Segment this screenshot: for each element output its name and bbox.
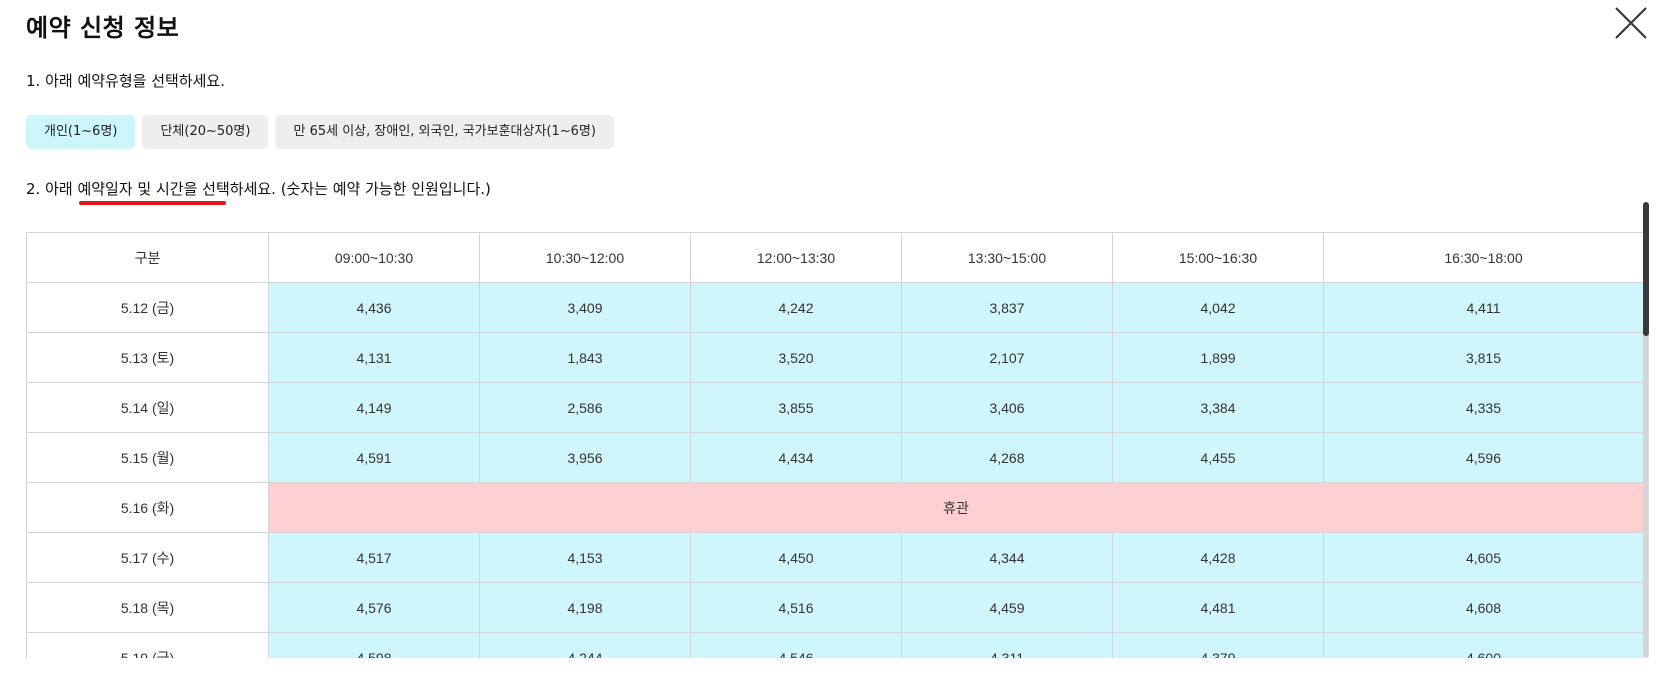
row-date: 5.13 (토) (26, 332, 269, 383)
slot-cell[interactable]: 1,843 (479, 332, 691, 383)
slot-cell[interactable]: 4,434 (690, 432, 902, 483)
slot-cell[interactable]: 1,899 (1112, 332, 1324, 383)
slot-cell[interactable]: 4,335 (1323, 382, 1643, 433)
slot-cell[interactable]: 4,131 (268, 332, 480, 383)
close-button[interactable] (1614, 6, 1648, 40)
page-title: 예약 신청 정보 (26, 14, 180, 42)
slot-cell[interactable]: 2,107 (901, 332, 1113, 383)
slot-cell[interactable]: 4,428 (1112, 532, 1324, 583)
slot-cell[interactable]: 3,956 (479, 432, 691, 483)
row-date: 5.19 (금) (26, 632, 269, 658)
table-row: 5.12 (금) 4,436 3,409 4,242 3,837 4,042 4… (26, 282, 1643, 333)
table-row: 5.16 (화) 휴관 (26, 482, 1643, 533)
slot-cell[interactable]: 3,815 (1323, 332, 1643, 383)
row-date: 5.15 (월) (26, 432, 269, 483)
slot-cell[interactable]: 4,455 (1112, 432, 1324, 483)
slot-cell[interactable]: 4,198 (479, 582, 691, 633)
slot-cell[interactable]: 4,459 (901, 582, 1113, 633)
slot-cell[interactable]: 3,837 (901, 282, 1113, 333)
table-header-row: 구분 09:00~10:30 10:30~12:00 12:00~13:30 1… (26, 232, 1643, 283)
slot-cell[interactable]: 4,311 (901, 632, 1113, 658)
closed-cell: 휴관 (268, 482, 1643, 533)
header-time-slot: 15:00~16:30 (1112, 232, 1324, 283)
slot-cell[interactable]: 4,546 (690, 632, 902, 658)
row-date: 5.17 (수) (26, 532, 269, 583)
header-time-slot: 13:30~15:00 (901, 232, 1113, 283)
table-row: 5.18 (목) 4,576 4,198 4,516 4,459 4,481 4… (26, 582, 1643, 633)
type-button-priority[interactable]: 만 65세 이상, 장애인, 외국인, 국가보훈대상자(1~6명) (275, 115, 614, 149)
scrollbar-thumb[interactable] (1643, 202, 1649, 336)
slot-cell[interactable]: 4,042 (1112, 282, 1324, 333)
slot-cell[interactable]: 4,244 (479, 632, 691, 658)
row-date: 5.14 (일) (26, 382, 269, 433)
table-row: 5.17 (수) 4,517 4,153 4,450 4,344 4,428 4… (26, 532, 1643, 583)
slot-cell[interactable]: 4,344 (901, 532, 1113, 583)
slot-cell[interactable]: 4,450 (690, 532, 902, 583)
step2-prefix: 2. 아래 (26, 180, 78, 198)
slot-cell[interactable]: 4,516 (690, 582, 902, 633)
slot-cell[interactable]: 4,149 (268, 382, 480, 433)
header-time-slot: 09:00~10:30 (268, 232, 480, 283)
reservation-dialog: 예약 신청 정보 1. 아래 예약유형을 선택하세요. 개인(1~6명) 단체(… (0, 0, 1671, 681)
schedule-table-container: 구분 09:00~10:30 10:30~12:00 12:00~13:30 1… (26, 232, 1643, 658)
schedule-table: 구분 09:00~10:30 10:30~12:00 12:00~13:30 1… (26, 232, 1643, 658)
table-scrollbar[interactable] (1643, 202, 1649, 658)
slot-cell[interactable]: 3,520 (690, 332, 902, 383)
slot-cell[interactable]: 4,605 (1323, 532, 1643, 583)
header-category: 구분 (26, 232, 269, 283)
type-button-individual[interactable]: 개인(1~6명) (26, 115, 136, 149)
reservation-type-group: 개인(1~6명) 단체(20~50명) 만 65세 이상, 장애인, 외국인, … (26, 115, 614, 149)
table-row: 5.15 (월) 4,591 3,956 4,434 4,268 4,455 4… (26, 432, 1643, 483)
row-date: 5.12 (금) (26, 282, 269, 333)
slot-cell[interactable]: 4,576 (268, 582, 480, 633)
row-date: 5.18 (목) (26, 582, 269, 633)
step1-instruction: 1. 아래 예약유형을 선택하세요. (26, 72, 225, 90)
step2-emphasis: 예약일자 및 시간을 선택 (77, 180, 230, 205)
slot-cell[interactable]: 4,268 (901, 432, 1113, 483)
row-date: 5.16 (화) (26, 482, 269, 533)
table-row: 5.13 (토) 4,131 1,843 3,520 2,107 1,899 3… (26, 332, 1643, 383)
step2-instruction: 2. 아래 예약일자 및 시간을 선택하세요. (숫자는 예약 가능한 인원입니… (26, 178, 491, 205)
slot-cell[interactable]: 4,596 (1323, 432, 1643, 483)
slot-cell[interactable]: 4,242 (690, 282, 902, 333)
slot-cell[interactable]: 3,855 (690, 382, 902, 433)
close-icon (1615, 7, 1647, 39)
slot-cell[interactable]: 4,600 (1323, 632, 1643, 658)
slot-cell[interactable]: 4,379 (1112, 632, 1324, 658)
slot-cell[interactable]: 4,608 (1323, 582, 1643, 633)
slot-cell[interactable]: 4,436 (268, 282, 480, 333)
slot-cell[interactable]: 4,481 (1112, 582, 1324, 633)
header-time-slot: 12:00~13:30 (690, 232, 902, 283)
table-row: 5.19 (금) 4,598 4,244 4,546 4,311 4,379 4… (26, 632, 1643, 658)
step2-suffix: 하세요. (숫자는 예약 가능한 인원입니다.) (229, 180, 491, 198)
slot-cell[interactable]: 4,591 (268, 432, 480, 483)
type-button-group[interactable]: 단체(20~50명) (142, 115, 269, 149)
slot-cell[interactable]: 3,409 (479, 282, 691, 333)
table-row: 5.14 (일) 4,149 2,586 3,855 3,406 3,384 4… (26, 382, 1643, 433)
slot-cell[interactable]: 4,598 (268, 632, 480, 658)
slot-cell[interactable]: 3,384 (1112, 382, 1324, 433)
slot-cell[interactable]: 2,586 (479, 382, 691, 433)
slot-cell[interactable]: 3,406 (901, 382, 1113, 433)
header-time-slot: 10:30~12:00 (479, 232, 691, 283)
header-time-slot: 16:30~18:00 (1323, 232, 1643, 283)
slot-cell[interactable]: 4,153 (479, 532, 691, 583)
slot-cell[interactable]: 4,517 (268, 532, 480, 583)
slot-cell[interactable]: 4,411 (1323, 282, 1643, 333)
